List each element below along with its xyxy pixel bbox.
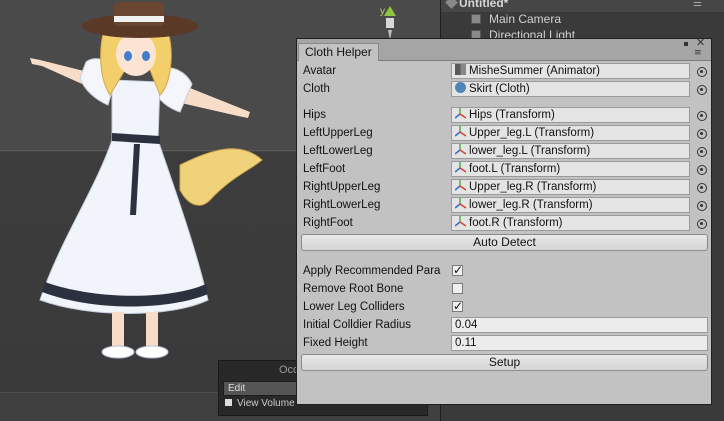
cloth-label: Cloth bbox=[303, 83, 330, 95]
transform-icon bbox=[455, 180, 466, 191]
window-tab-bar: Cloth Helper ✕ ≡ bbox=[297, 37, 711, 61]
unity-scene-icon bbox=[445, 0, 458, 9]
hips-field[interactable]: Hips (Transform) bbox=[451, 107, 690, 123]
cloth-field[interactable]: Skirt (Cloth) bbox=[451, 81, 690, 97]
apply-recommended-label: Apply Recommended Para bbox=[303, 265, 441, 277]
apply-recommended-checkbox[interactable]: ✓ bbox=[452, 264, 463, 276]
tab-cloth-helper[interactable]: Cloth Helper bbox=[298, 43, 379, 61]
remove-root-bone-checkbox[interactable] bbox=[452, 283, 463, 294]
scene-menu-icon[interactable]: ☰ bbox=[693, 0, 702, 9]
transform-icon bbox=[455, 216, 466, 227]
view-volumes-label: View Volume bbox=[237, 398, 295, 409]
transform-icon bbox=[455, 198, 466, 209]
left-lower-leg-label: LeftLowerLeg bbox=[303, 145, 373, 157]
auto-detect-button[interactable]: Auto Detect bbox=[301, 234, 708, 251]
left-lower-leg-value: lower_leg.L (Transform) bbox=[469, 145, 591, 157]
avatar-dress bbox=[39, 79, 209, 314]
left-lower-leg-picker-icon[interactable] bbox=[697, 147, 707, 157]
avatar-right-leg bbox=[146, 312, 158, 348]
view-volumes-toggle[interactable]: View Volume bbox=[225, 398, 295, 409]
window-menu-icon[interactable]: ≡ bbox=[694, 49, 702, 58]
left-upper-leg-value: Upper_leg.L (Transform) bbox=[469, 127, 595, 139]
left-foot-field[interactable]: foot.L (Transform) bbox=[451, 161, 690, 177]
transform-icon bbox=[455, 108, 466, 119]
hips-value: Hips (Transform) bbox=[469, 109, 555, 121]
initial-collider-radius-input[interactable]: 0.04 bbox=[451, 317, 708, 333]
avatar-face bbox=[116, 32, 156, 76]
hierarchy-item-main-camera[interactable]: Main Camera bbox=[471, 11, 561, 27]
left-upper-leg-picker-icon[interactable] bbox=[697, 129, 707, 139]
cloth-value: Skirt (Cloth) bbox=[469, 83, 530, 95]
transform-icon bbox=[455, 162, 466, 173]
avatar-right-shoe bbox=[135, 345, 169, 359]
cloth-icon bbox=[455, 82, 466, 93]
hierarchy-item-label: Main Camera bbox=[489, 12, 562, 26]
right-lower-leg-value: lower_leg.R (Transform) bbox=[469, 199, 593, 211]
gizmo-y-label: y bbox=[380, 6, 385, 17]
transform-icon bbox=[455, 144, 466, 155]
setup-button[interactable]: Setup bbox=[301, 354, 708, 371]
right-upper-leg-picker-icon[interactable] bbox=[697, 183, 707, 193]
cloth-picker-icon[interactable] bbox=[697, 85, 707, 95]
initial-collider-radius-label: Initial Colldier Radius bbox=[303, 319, 412, 331]
right-lower-leg-picker-icon[interactable] bbox=[697, 201, 707, 211]
right-foot-value: foot.R (Transform) bbox=[469, 217, 563, 229]
fixed-height-input[interactable]: 0.11 bbox=[451, 335, 708, 351]
right-foot-field[interactable]: foot.R (Transform) bbox=[451, 215, 690, 231]
avatar-value: MisheSummer (Animator) bbox=[469, 65, 600, 77]
avatar-picker-icon[interactable] bbox=[697, 67, 707, 77]
hips-label: Hips bbox=[303, 109, 327, 121]
left-foot-value: foot.L (Transform) bbox=[469, 163, 561, 175]
avatar-left-leg bbox=[112, 312, 124, 348]
avatar-hat-band bbox=[114, 16, 164, 22]
right-upper-leg-label: RightUpperLeg bbox=[303, 181, 381, 193]
lower-leg-colliders-checkbox[interactable]: ✓ bbox=[452, 300, 463, 312]
fixed-height-label: Fixed Height bbox=[303, 337, 368, 349]
left-foot-label: LeftFoot bbox=[303, 163, 346, 175]
avatar-field[interactable]: MisheSummer (Animator) bbox=[451, 63, 690, 79]
right-foot-label: RightFoot bbox=[303, 217, 353, 229]
left-lower-leg-field[interactable]: lower_leg.L (Transform) bbox=[451, 143, 690, 159]
transform-icon bbox=[455, 126, 466, 137]
scene-title: Untitled* bbox=[459, 0, 509, 10]
maximize-icon[interactable] bbox=[684, 42, 688, 46]
animator-icon bbox=[455, 64, 466, 75]
avatar-tail bbox=[179, 148, 263, 206]
lower-leg-colliders-label: Lower Leg Colliders bbox=[303, 301, 405, 313]
right-foot-picker-icon[interactable] bbox=[697, 219, 707, 229]
avatar-left-eye bbox=[124, 51, 132, 61]
right-lower-leg-label: RightLowerLeg bbox=[303, 199, 381, 211]
left-foot-picker-icon[interactable] bbox=[697, 165, 707, 175]
right-lower-leg-field[interactable]: lower_leg.R (Transform) bbox=[451, 197, 690, 213]
view-volumes-checkbox[interactable] bbox=[225, 399, 232, 406]
right-upper-leg-field[interactable]: Upper_leg.R (Transform) bbox=[451, 179, 690, 195]
cloth-helper-window: Cloth Helper ✕ ≡ Avatar MisheSummer (Ani… bbox=[296, 37, 712, 405]
left-upper-leg-field[interactable]: Upper_leg.L (Transform) bbox=[451, 125, 690, 141]
left-upper-leg-label: LeftUpperLeg bbox=[303, 127, 373, 139]
right-upper-leg-value: Upper_leg.R (Transform) bbox=[469, 181, 597, 193]
avatar-left-shoe bbox=[101, 345, 135, 359]
avatar-right-eye bbox=[142, 51, 150, 61]
avatar-hat-crown bbox=[114, 2, 164, 26]
gameobject-icon bbox=[471, 14, 481, 24]
hips-picker-icon[interactable] bbox=[697, 111, 707, 121]
avatar-label: Avatar bbox=[303, 65, 337, 77]
remove-root-bone-label: Remove Root Bone bbox=[303, 283, 404, 295]
unity-editor: y Occl Edit View Volume Untitled* ☰ Main… bbox=[0, 0, 724, 421]
